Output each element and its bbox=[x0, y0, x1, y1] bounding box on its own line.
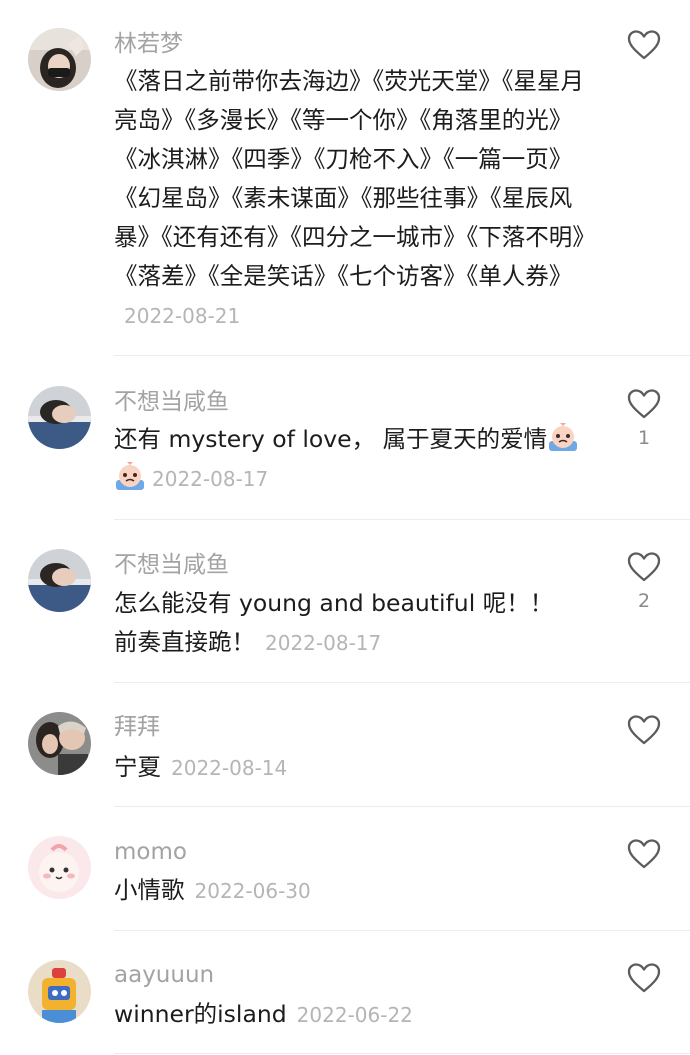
divider bbox=[114, 682, 690, 683]
heart-outline-icon[interactable] bbox=[626, 962, 662, 994]
comment-body: 还有 mystery of love， 属于夏天的爱情 2022-08-17 bbox=[114, 420, 599, 499]
like-button[interactable] bbox=[626, 714, 662, 746]
like-count: 2 bbox=[637, 590, 651, 612]
crying-face-emoji bbox=[114, 462, 146, 492]
divider bbox=[114, 519, 690, 520]
comment-date: 2022-06-22 bbox=[296, 1003, 413, 1027]
comment-text: 《落日之前带你去海边》《荧光天堂》《星星月亮岛》《多漫长》《等一个你》《角落里的… bbox=[114, 67, 596, 290]
like-count: 1 bbox=[637, 427, 651, 449]
heart-outline-icon[interactable] bbox=[626, 714, 662, 746]
like-button[interactable]: 2 bbox=[626, 551, 662, 613]
comment-body: winner的island 2022-06-22 bbox=[114, 995, 599, 1035]
avatar[interactable] bbox=[28, 712, 91, 775]
divider bbox=[114, 355, 690, 356]
comment-body: 《落日之前带你去海边》《荧光天堂》《星星月亮岛》《多漫长》《等一个你》《角落里的… bbox=[114, 62, 599, 336]
avatar[interactable] bbox=[28, 836, 91, 899]
comment-text: 宁夏 bbox=[114, 753, 161, 781]
comment-date: 2022-08-21 bbox=[124, 304, 241, 328]
comment-username[interactable]: 林若梦 bbox=[114, 29, 183, 59]
divider bbox=[114, 806, 690, 807]
like-button[interactable] bbox=[626, 962, 662, 994]
avatar[interactable] bbox=[28, 386, 91, 449]
heart-outline-icon[interactable] bbox=[626, 551, 662, 583]
heart-outline-icon[interactable] bbox=[626, 29, 662, 61]
comment-body: 小情歌 2022-06-30 bbox=[114, 871, 599, 911]
comment-body: 宁夏 2022-08-14 bbox=[114, 748, 599, 788]
like-button[interactable] bbox=[626, 838, 662, 870]
heart-outline-icon[interactable] bbox=[626, 388, 662, 420]
like-button[interactable] bbox=[626, 29, 662, 61]
comment-username[interactable]: 拜拜 bbox=[114, 712, 160, 742]
comment-username[interactable]: aayuuun bbox=[114, 960, 214, 990]
comment-text: 小情歌 bbox=[114, 876, 185, 904]
comment-date: 2022-08-17 bbox=[265, 631, 382, 655]
comment-username[interactable]: 不想当咸鱼 bbox=[114, 387, 229, 417]
comment-username[interactable]: momo bbox=[114, 837, 187, 867]
comment-text: 还有 mystery of love， 属于夏天的爱情 bbox=[114, 425, 548, 453]
avatar[interactable] bbox=[28, 960, 91, 1023]
comment-username[interactable]: 不想当咸鱼 bbox=[114, 550, 229, 580]
comment-date: 2022-06-30 bbox=[194, 879, 311, 903]
comment-text: winner的island bbox=[114, 1000, 287, 1028]
avatar[interactable] bbox=[28, 549, 91, 612]
comment-date: 2022-08-17 bbox=[152, 467, 269, 491]
avatar[interactable] bbox=[28, 28, 91, 91]
like-button[interactable]: 1 bbox=[626, 388, 662, 450]
comment-date: 2022-08-14 bbox=[171, 756, 288, 780]
heart-outline-icon[interactable] bbox=[626, 838, 662, 870]
divider bbox=[114, 930, 690, 931]
crying-face-emoji bbox=[547, 423, 579, 453]
divider bbox=[114, 1053, 690, 1054]
comment-body: 怎么能没有 young and beautiful 呢！！ 前奏直接跪！ 2022… bbox=[114, 584, 584, 663]
